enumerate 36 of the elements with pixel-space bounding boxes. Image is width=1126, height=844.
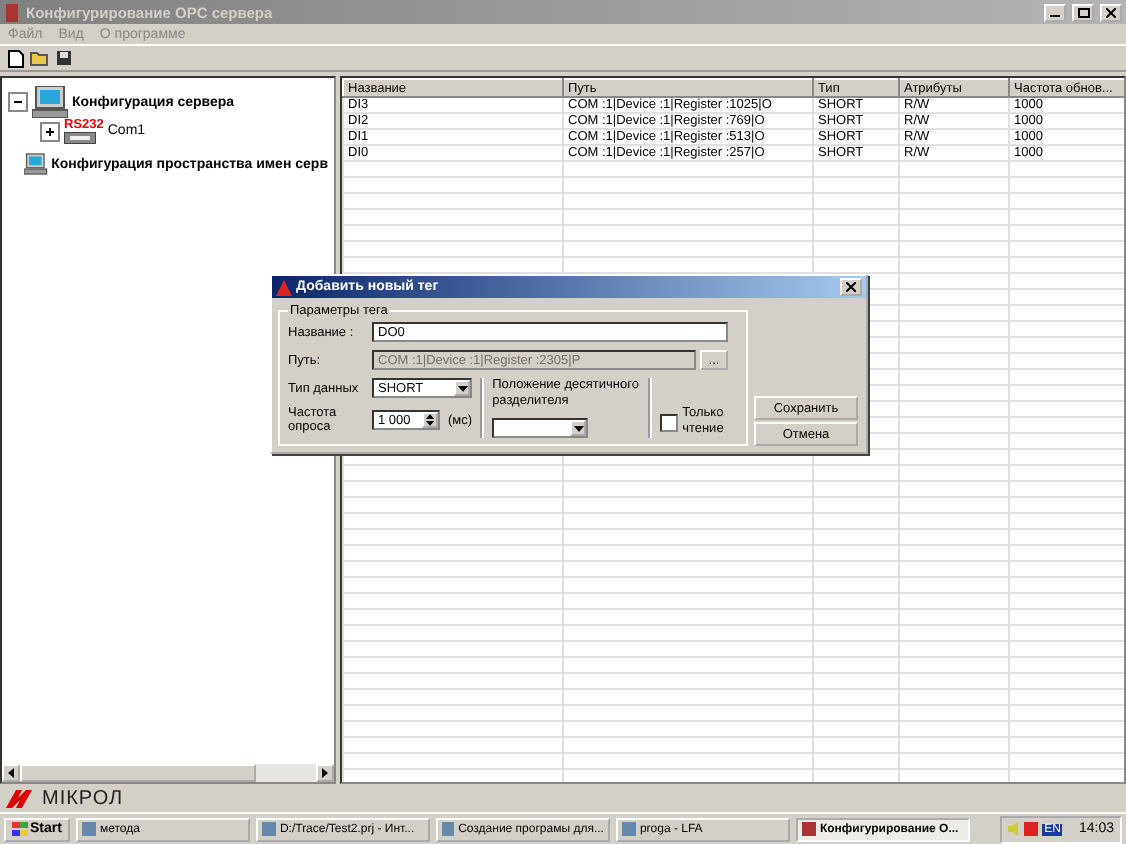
window-icon bbox=[621, 822, 636, 836]
horizontal-scrollbar[interactable] bbox=[2, 764, 334, 782]
caret-icon bbox=[573, 425, 584, 431]
close-icon bbox=[1106, 7, 1116, 17]
new-file-icon[interactable] bbox=[8, 49, 24, 67]
decimal-select[interactable] bbox=[492, 418, 589, 438]
caret-icon bbox=[457, 385, 467, 391]
window-icon bbox=[261, 822, 276, 836]
maximize-icon bbox=[1077, 7, 1089, 17]
close-button[interactable] bbox=[1100, 3, 1122, 21]
window-icon bbox=[81, 822, 96, 836]
dialog-icon bbox=[276, 279, 292, 295]
port-icon bbox=[64, 132, 96, 144]
window-icon bbox=[801, 822, 816, 836]
computer-icon bbox=[32, 86, 68, 118]
app-icon bbox=[4, 3, 20, 21]
right-arrow-icon bbox=[322, 768, 328, 778]
open-folder-icon[interactable] bbox=[30, 50, 50, 66]
expander-toggle[interactable] bbox=[8, 92, 28, 112]
spin-arrows-icon bbox=[426, 414, 434, 426]
logo-mark-icon bbox=[6, 789, 38, 807]
tray-app-icon[interactable] bbox=[1024, 822, 1039, 836]
window-icon bbox=[441, 822, 455, 836]
close-icon bbox=[846, 282, 856, 292]
flag-icon bbox=[12, 822, 28, 836]
read-only-checkbox[interactable] bbox=[660, 413, 679, 431]
plus-icon bbox=[44, 125, 56, 137]
close-button[interactable] bbox=[840, 278, 862, 296]
minimize-button[interactable] bbox=[1044, 3, 1066, 21]
save-icon[interactable] bbox=[56, 50, 72, 66]
expander-toggle[interactable] bbox=[40, 121, 60, 141]
computer-icon bbox=[24, 148, 48, 180]
minus-icon bbox=[12, 96, 24, 108]
logo-text: МІКРОЛ bbox=[42, 787, 124, 809]
maximize-button[interactable] bbox=[1072, 3, 1094, 21]
left-arrow-icon bbox=[8, 768, 14, 778]
